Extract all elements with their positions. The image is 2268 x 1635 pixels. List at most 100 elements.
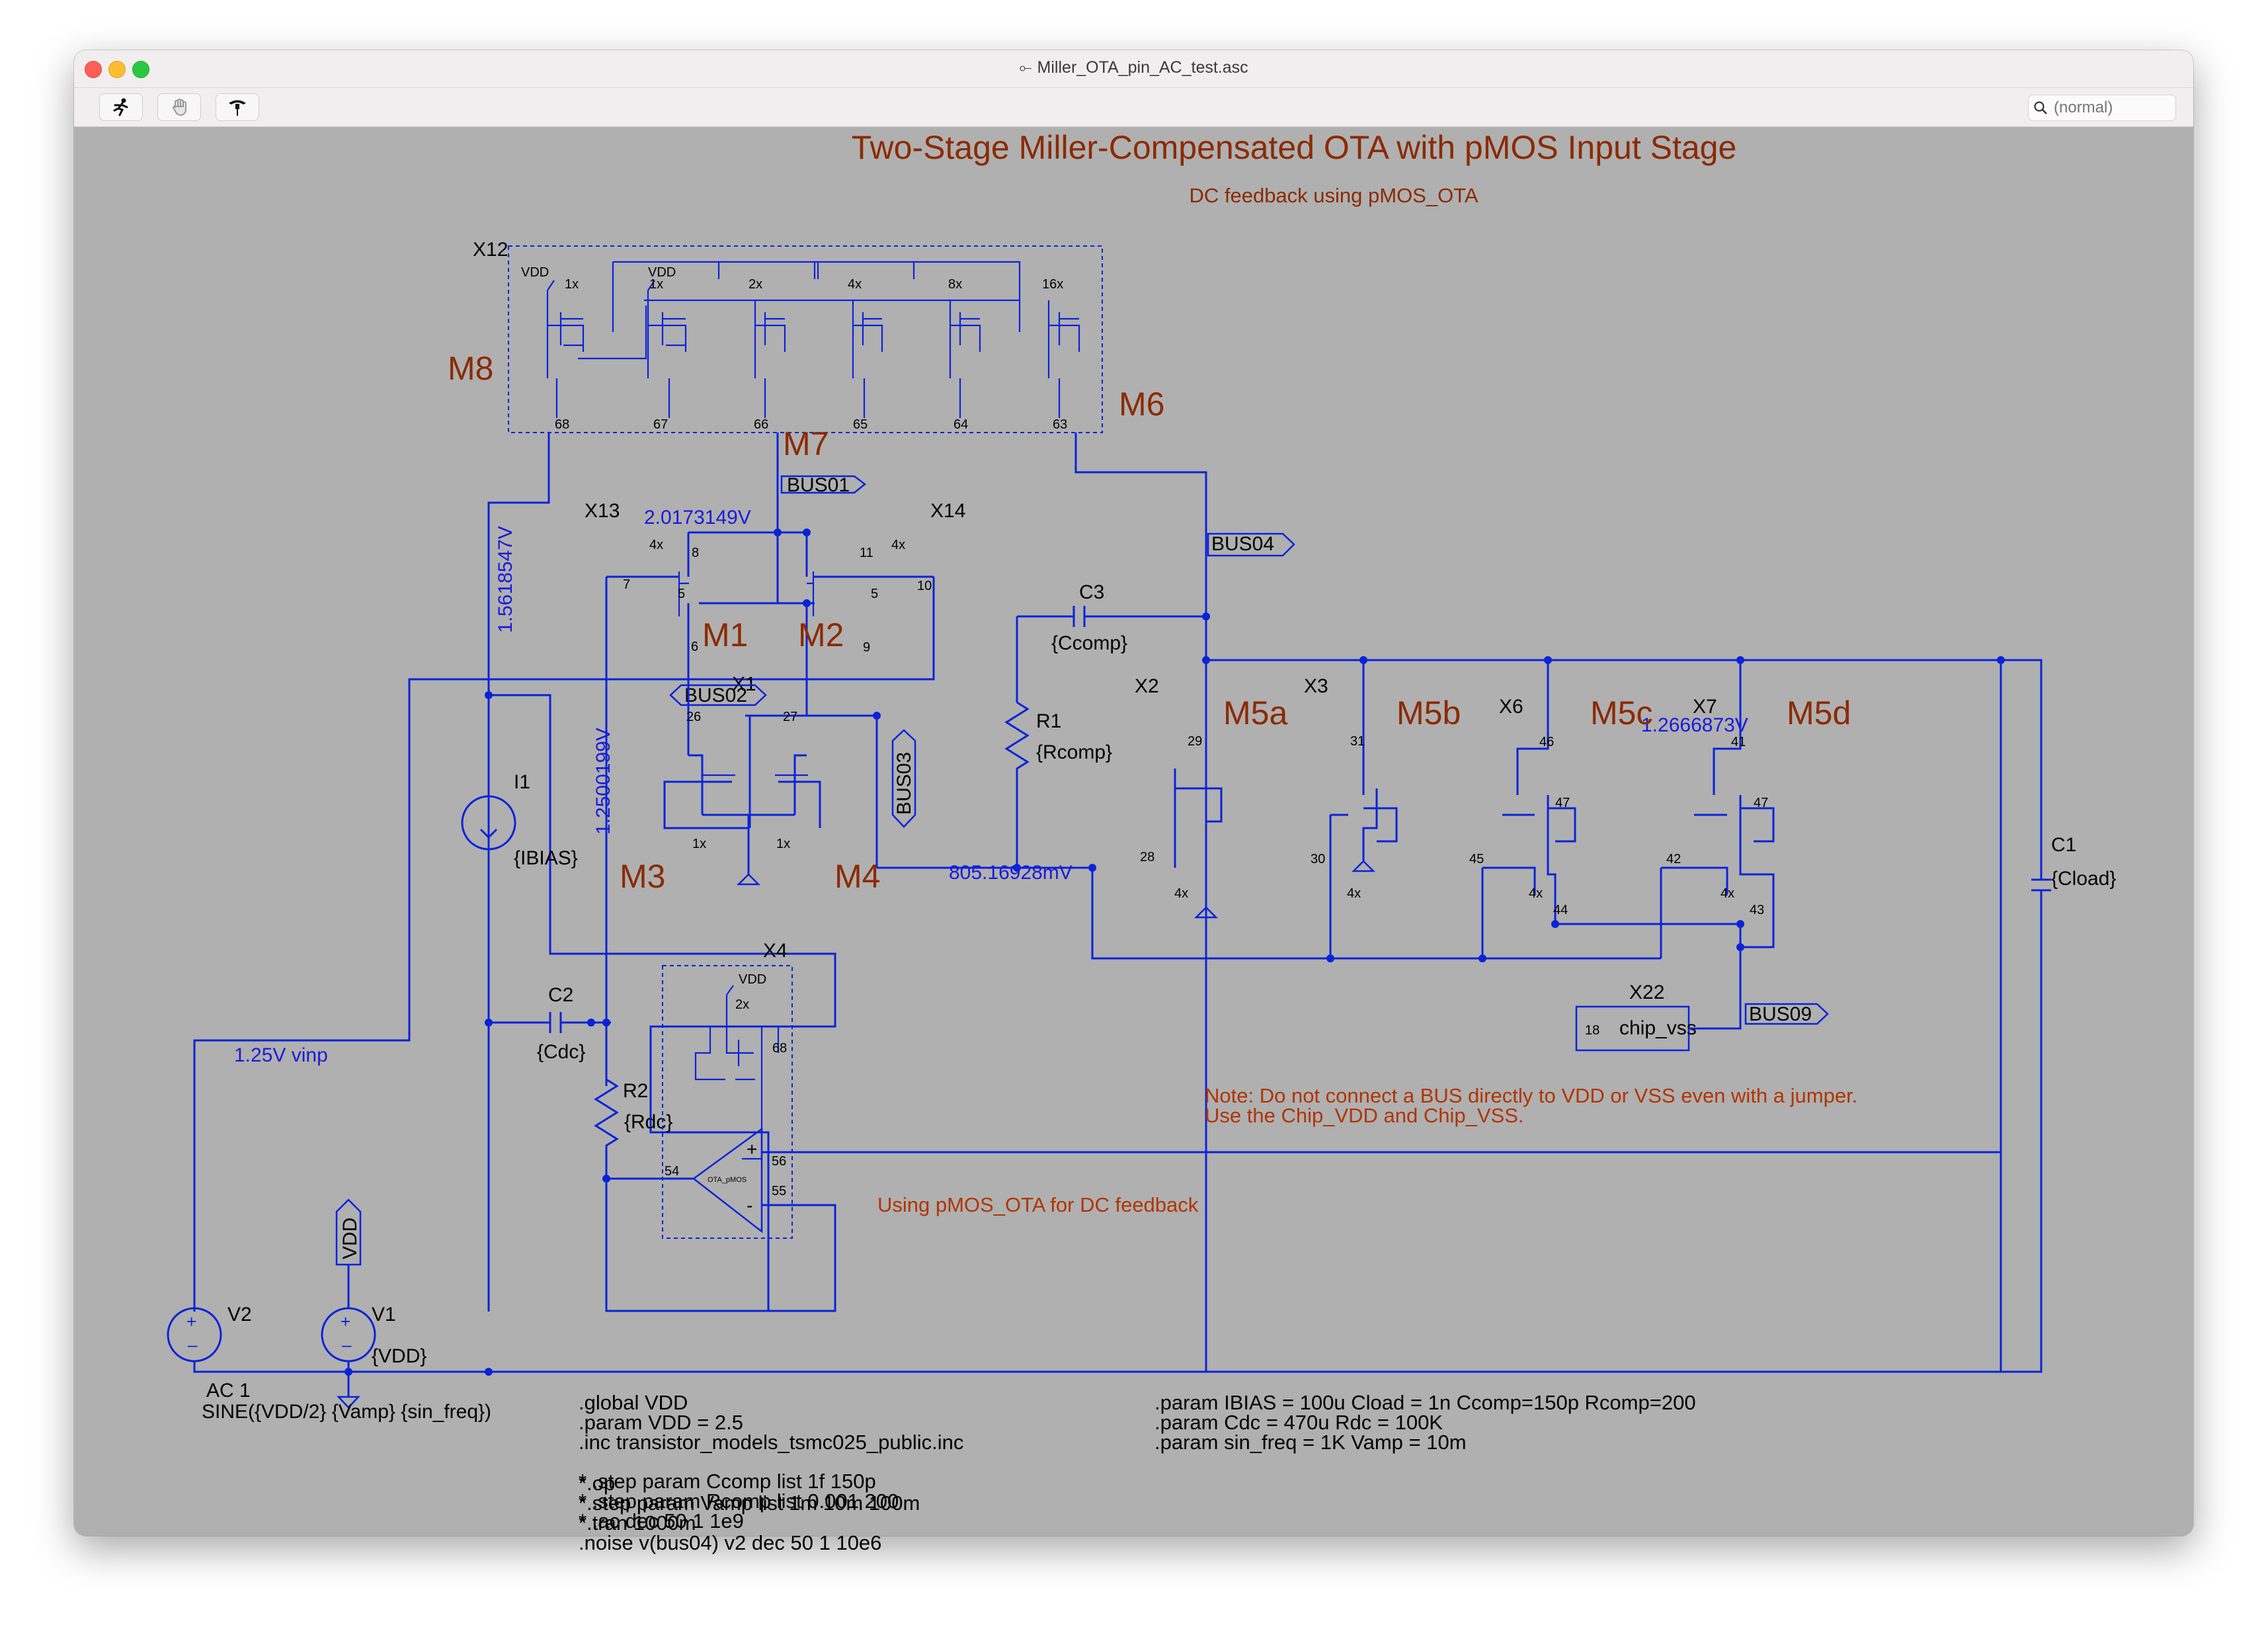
m3-mult: 1x	[692, 837, 706, 851]
bus03-label: BUS03	[893, 752, 915, 815]
halt-button[interactable]	[157, 93, 201, 121]
x4-label: X4	[763, 940, 788, 962]
v2-sine: SINE({VDD/2} {Vamp} {sin_freq})	[202, 1401, 491, 1423]
ground-icon	[1351, 860, 1376, 872]
x12-mult-3: 2x	[749, 277, 762, 292]
node-dot	[1736, 920, 1744, 928]
m5c-label: M5c	[1590, 694, 1652, 732]
chip-vss-label: chip_vss	[1619, 1017, 1697, 1039]
wire-c3	[1016, 615, 1206, 702]
m4-label: M4	[834, 858, 880, 895]
node-dot	[1478, 954, 1486, 962]
search-input[interactable]	[2052, 98, 2161, 118]
directive-line: *.tran 1000m	[579, 1511, 696, 1534]
x6-label: X6	[1499, 696, 1523, 718]
search-field[interactable]	[2028, 95, 2176, 121]
pin-41: 41	[1731, 735, 1746, 749]
m2-label: M2	[798, 616, 844, 653]
m6-label: M6	[1119, 386, 1164, 423]
r2-value: {Rdc}	[624, 1111, 672, 1133]
pin-6: 6	[691, 640, 698, 654]
directive-line: *.op	[579, 1472, 616, 1495]
m5a-transistor	[1174, 660, 1223, 868]
schematic-drawing: Two-Stage Miller-Compensated OTA with pM…	[167, 129, 2116, 1532]
node-dot	[873, 712, 881, 720]
probe-button[interactable]	[216, 93, 259, 121]
schematic-title: Two-Stage Miller-Compensated OTA with pM…	[852, 129, 1737, 166]
volt-1250: 1.2500199V	[592, 728, 614, 835]
directives-tail: *.op *.step param Vamp list 1m 10m 100m …	[579, 1472, 920, 1534]
pin-18: 18	[1585, 1023, 1600, 1038]
pin-45: 45	[1469, 852, 1484, 866]
directives-left: .global VDD .param VDD = 2.5 .inc transi…	[579, 1391, 963, 1454]
pin-30: 30	[1311, 852, 1325, 866]
wire-ground	[193, 1308, 2043, 1373]
pin-43: 43	[1750, 903, 1764, 917]
v1-value: {VDD}	[372, 1345, 426, 1367]
m1-m2-gates	[678, 571, 815, 616]
x12-transistors	[546, 290, 1080, 418]
m5b-mult: 4x	[1347, 886, 1361, 901]
node-dot	[1326, 954, 1334, 962]
document-icon: ⟜	[1019, 59, 1032, 77]
v2-minus: –	[188, 1335, 198, 1355]
m7-label: M7	[783, 425, 829, 462]
r2-resistor	[594, 1023, 619, 1179]
x14-label: X14	[930, 500, 965, 522]
x12-mult-5: 8x	[948, 277, 962, 292]
m5b-label: M5b	[1397, 694, 1461, 732]
r1-resistor	[1004, 701, 1030, 815]
node-dot	[803, 528, 811, 536]
toolbar	[74, 88, 2193, 127]
x4-mult: 2x	[735, 997, 749, 1012]
volt-805: 805.16928mV	[949, 862, 1073, 884]
v2-plus: +	[186, 1312, 196, 1331]
directive-line: .inc transistor_models_tsmc025_public.in…	[579, 1431, 963, 1454]
title-bar: ⟜ Miller_OTA_pin_AC_test.asc	[74, 50, 2193, 88]
x13-label: X13	[585, 500, 620, 522]
run-icon	[113, 98, 128, 116]
pin-64: 64	[953, 417, 968, 432]
wire-output	[1206, 659, 2043, 1372]
note-using-pmos: Using pMOS_OTA for DC feedback	[877, 1193, 1199, 1216]
v2-label: V2	[227, 1304, 252, 1325]
node-dot	[1013, 864, 1021, 872]
m1-mult: 4x	[649, 538, 663, 552]
i1-value: {IBIAS}	[514, 847, 578, 869]
pin-26: 26	[686, 710, 701, 724]
x12-label: X12	[473, 239, 508, 261]
volt-1561: 1.5618547V	[495, 526, 516, 633]
x12-box	[508, 245, 1103, 433]
pin-5a: 5	[678, 587, 685, 601]
pin-42: 42	[1666, 852, 1681, 866]
pin-46: 46	[1539, 735, 1554, 749]
pin-28: 28	[1140, 850, 1154, 864]
pin-11: 11	[860, 546, 873, 560]
x2-label: X2	[1135, 675, 1159, 697]
c2-label: C2	[548, 984, 573, 1006]
vdd-port-label: VDD	[339, 1218, 361, 1259]
bus09-label: BUS09	[1749, 1003, 1812, 1025]
wire-bus03	[877, 815, 1348, 960]
pin-8: 8	[692, 546, 699, 560]
x7-label: X7	[1693, 696, 1717, 718]
run-button[interactable]	[99, 93, 143, 121]
note-warn-2: Use the Chip_VDD and Chip_VSS.	[1205, 1104, 1523, 1127]
pin-47a: 47	[1555, 796, 1570, 810]
x12-mult-2: 1x	[649, 277, 663, 292]
schematic-subtitle: DC feedback using pMOS_OTA	[1189, 184, 1478, 207]
c3-value: {Ccomp}	[1051, 632, 1127, 654]
r1-value: {Rcomp}	[1036, 741, 1112, 763]
c3-plates	[1073, 606, 1086, 627]
pin-68: 68	[555, 417, 569, 432]
m5a-label: M5a	[1223, 694, 1287, 732]
pin-31: 31	[1350, 734, 1365, 749]
schematic-canvas[interactable]: Two-Stage Miller-Compensated OTA with pM…	[74, 127, 2193, 1536]
m5d-mult: 4x	[1721, 886, 1734, 901]
m4-mult: 1x	[776, 837, 790, 851]
directive-line: *.step param Vamp list 1m 10m 100m	[579, 1491, 920, 1515]
pin-55: 55	[772, 1184, 786, 1198]
v1-plus: +	[341, 1312, 350, 1331]
pin-67: 67	[653, 417, 668, 432]
node-dot	[1551, 920, 1559, 928]
